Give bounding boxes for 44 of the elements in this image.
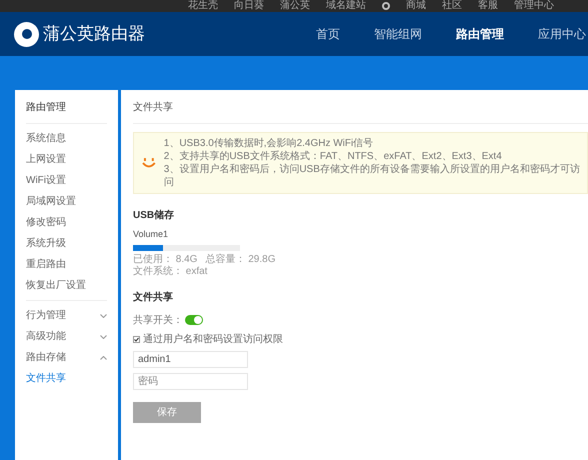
auth-checkbox[interactable] bbox=[133, 336, 140, 342]
total-space: 总容量： 29.8G bbox=[205, 254, 276, 266]
sidebar-title: 路由管理 bbox=[26, 100, 107, 124]
sidebar-item[interactable]: 局域网设置 bbox=[26, 195, 107, 208]
top-link[interactable]: 花生壳 bbox=[188, 1, 218, 11]
password-field[interactable]: 密码 bbox=[133, 372, 248, 390]
logo-icon bbox=[14, 22, 39, 46]
brand-name: 蒲公英路由器 bbox=[43, 23, 145, 46]
top-link[interactable]: 域名建站 bbox=[326, 1, 366, 11]
notice-text: 2、支持共享的USB文件系统格式：FAT、NTFS、exFAT、Ext2、Ext3、Ext4 bbox=[164, 150, 503, 163]
sidebar-item[interactable]: 系统升级 bbox=[26, 237, 107, 250]
used-space: 已使用： 8.4G bbox=[133, 254, 198, 266]
notice-text: 3、设置用户名和密码后，访问USB存储文件的所有设备需要输入所设置的用户名和密码才可访问 bbox=[164, 163, 581, 189]
top-link[interactable]: 向日葵 bbox=[234, 1, 264, 11]
nav-tab[interactable]: 应用中心 bbox=[538, 25, 586, 43]
sidebar-group[interactable]: 高级功能 bbox=[26, 330, 107, 343]
sidebar-item[interactable]: 修改密码 bbox=[26, 216, 107, 229]
nav-tab[interactable]: 智能组网 bbox=[374, 25, 422, 43]
section-heading: USB储存 bbox=[133, 208, 176, 223]
auth-label: 通过用户名和密码设置访问权限 bbox=[143, 332, 283, 346]
switch-label: 共享开关： bbox=[133, 314, 183, 328]
sidebar-group[interactable]: 行为管理 bbox=[26, 309, 107, 322]
notice-text: 1、USB3.0传输数据时,会影响2.4GHz WiFi信号 bbox=[164, 137, 374, 150]
nav-tab[interactable]: 首页 bbox=[316, 25, 340, 43]
nav-tab[interactable]: 路由管理 bbox=[456, 25, 504, 43]
top-link[interactable]: 社区 bbox=[442, 1, 462, 11]
sidebar-item[interactable]: 重启路由 bbox=[26, 258, 107, 271]
page-title: 文件共享 bbox=[133, 100, 588, 124]
sidebar-item[interactable]: 上网设置 bbox=[26, 153, 107, 166]
sidebar-item[interactable]: 恢复出厂设置 bbox=[26, 279, 107, 292]
username-field[interactable]: admin1 bbox=[133, 350, 248, 368]
top-link[interactable]: 蒲公英 bbox=[280, 1, 310, 11]
share-switch[interactable] bbox=[185, 315, 203, 325]
chevron-down-icon bbox=[100, 314, 107, 318]
sidebar-item[interactable]: WiFi设置 bbox=[26, 174, 107, 187]
sidebar-item[interactable]: 系统信息 bbox=[26, 132, 107, 145]
sidebar-group[interactable]: 路由存储 bbox=[26, 351, 107, 364]
chevron-up-icon bbox=[100, 356, 107, 360]
chevron-down-icon bbox=[100, 334, 107, 338]
volume-name: Volume1 bbox=[133, 228, 170, 241]
smiley-icon bbox=[142, 157, 156, 169]
filesystem-text: 文件系统： exfat bbox=[133, 266, 208, 278]
sidebar-item[interactable]: 文件共享 bbox=[26, 372, 107, 385]
section-heading: 文件共享 bbox=[133, 290, 174, 304]
